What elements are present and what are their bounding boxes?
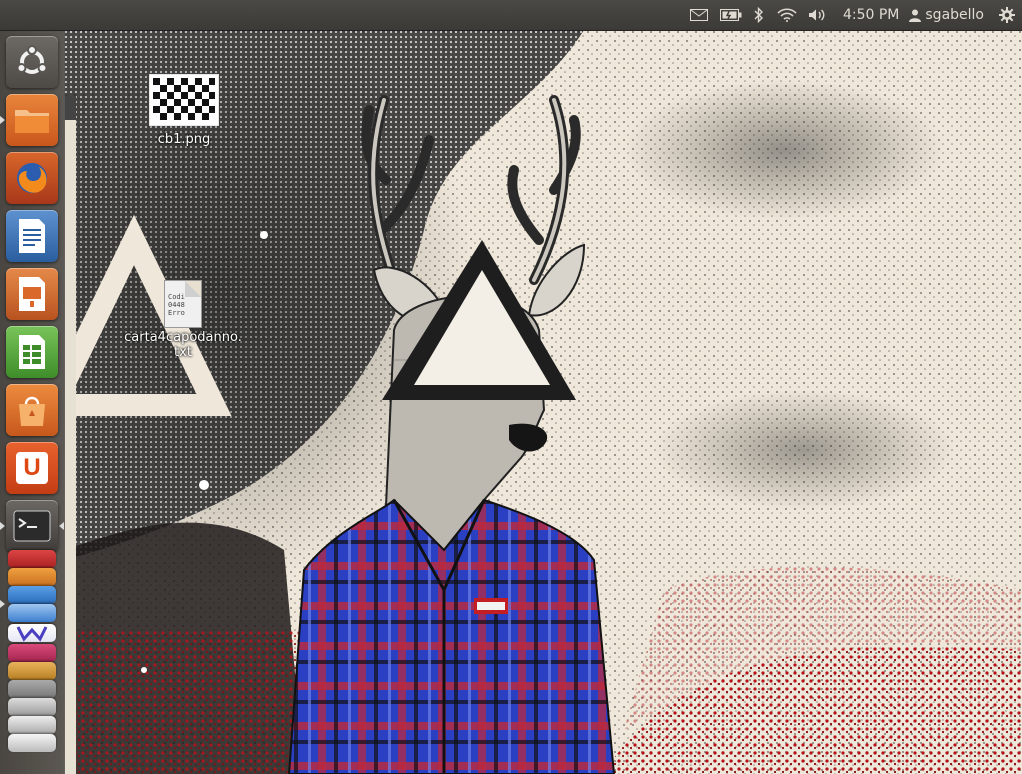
writer-icon <box>19 219 45 253</box>
user-icon <box>909 9 922 22</box>
shopping-bag-icon <box>19 396 45 426</box>
launcher-stack-item[interactable] <box>8 586 56 604</box>
desktop-icon-carta4capodanno[interactable]: Codi 0448 Erro carta4capodanno. txt <box>118 280 248 360</box>
wifi-icon <box>777 8 797 22</box>
launcher-stack-item[interactable] <box>8 716 56 734</box>
launcher-stack-item[interactable] <box>8 568 56 586</box>
w-app-icon <box>16 626 48 642</box>
launcher-active-pip <box>59 522 64 530</box>
ubuntu-logo-icon <box>16 45 48 74</box>
mail-icon <box>689 9 708 21</box>
launcher-running-pip <box>0 522 5 530</box>
launcher-firefox[interactable] <box>6 152 58 204</box>
launcher-libreoffice-impress[interactable] <box>6 268 58 320</box>
gear-icon <box>999 7 1015 23</box>
launcher-stack-item[interactable] <box>8 550 56 568</box>
launcher-software-center[interactable] <box>6 384 58 436</box>
unity-launcher: U <box>0 30 65 774</box>
battery-icon <box>719 9 742 21</box>
indicator-tray: 4:50 PM sgabello <box>683 0 1022 30</box>
text-file-icon: Codi 0448 Erro <box>164 280 202 328</box>
launcher-ubuntu-one[interactable]: U <box>6 442 58 494</box>
terminal-icon <box>13 510 51 542</box>
launcher-libreoffice-writer[interactable] <box>6 210 58 262</box>
indicator-user-session[interactable]: sgabello <box>905 0 992 30</box>
username-label: sgabello <box>925 7 984 23</box>
indicator-messages[interactable] <box>683 0 715 30</box>
firefox-icon <box>17 163 47 193</box>
bluetooth-icon <box>754 7 763 23</box>
launcher-stack-item[interactable] <box>8 698 56 716</box>
launcher-stack-item[interactable] <box>8 734 56 752</box>
launcher-dash-home[interactable] <box>6 36 58 88</box>
launcher-terminal[interactable] <box>6 500 58 552</box>
folder-icon <box>15 110 49 133</box>
indicator-sound[interactable] <box>803 0 833 30</box>
launcher-running-pip <box>0 600 5 608</box>
desktop-edge-strip <box>64 96 76 774</box>
impress-icon <box>19 277 45 311</box>
launcher-stack-item[interactable] <box>8 644 56 662</box>
clock-label: 4:50 PM <box>842 7 900 23</box>
launcher-running-pip <box>0 116 5 124</box>
volume-icon <box>808 9 825 21</box>
desktop-edge-strip-top <box>64 96 76 120</box>
top-panel: 4:50 PM sgabello <box>0 0 1022 30</box>
calc-icon <box>19 335 45 369</box>
indicator-datetime[interactable]: 4:50 PM <box>833 0 905 30</box>
indicator-network[interactable] <box>771 0 803 30</box>
desktop-icon-label: carta4capodanno. txt <box>124 330 242 360</box>
indicator-bluetooth[interactable] <box>747 0 771 30</box>
launcher-stack-item[interactable] <box>8 680 56 698</box>
desktop-icon-label: cb1.png <box>157 132 211 147</box>
image-file-icon <box>148 73 220 127</box>
indicator-session-menu[interactable] <box>992 0 1022 30</box>
launcher-files[interactable] <box>6 94 58 146</box>
indicator-power[interactable] <box>715 0 747 30</box>
ubuntu-one-icon: U <box>16 452 48 484</box>
desktop-icon-cb1[interactable]: cb1.png <box>140 73 228 147</box>
launcher-stack-item[interactable] <box>8 624 56 642</box>
launcher-stack-item[interactable] <box>8 604 56 622</box>
launcher-stack-item[interactable] <box>8 662 56 680</box>
launcher-libreoffice-calc[interactable] <box>6 326 58 378</box>
